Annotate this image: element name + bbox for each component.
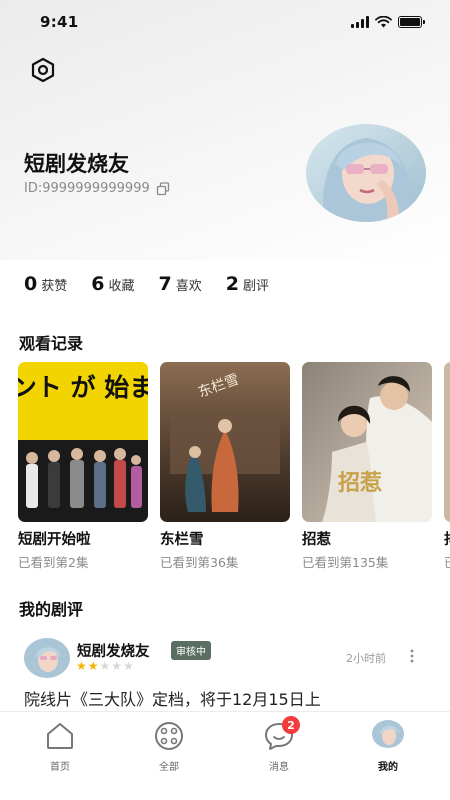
more-options-button[interactable] xyxy=(408,648,416,664)
profile-avatar[interactable] xyxy=(306,124,426,222)
star-empty-icon: ★ xyxy=(99,659,111,673)
bottom-tab-bar: 首页 全部 2 消息 我的 xyxy=(0,711,450,800)
history-card-title: 东栏雪 xyxy=(160,532,204,548)
history-card-progress: 已看到第36集 xyxy=(160,555,239,570)
stat-value: 7 xyxy=(158,273,172,295)
tab-label: 消息 xyxy=(269,762,289,773)
review-author-name: 短剧发烧友 xyxy=(77,644,150,660)
tab-me[interactable]: 我的 xyxy=(358,720,418,773)
stat-liked[interactable]: 7 喜欢 xyxy=(159,273,202,295)
watch-history-list: コント が 始まる 短剧开始啦 已看到第2集 xyxy=(18,362,450,572)
review-status-badge: 审核中 xyxy=(171,641,211,660)
poster-image: 东栏雪 xyxy=(160,362,290,522)
tab-messages[interactable]: 2 消息 xyxy=(249,716,309,773)
stat-label: 喜欢 xyxy=(175,279,202,294)
settings-hexagon-icon xyxy=(31,57,55,83)
history-card[interactable]: 东栏雪 东栏雪 已看到第36集 xyxy=(160,362,290,571)
wifi-icon xyxy=(375,16,392,28)
history-card[interactable]: 抖 已 xyxy=(444,362,450,571)
history-card[interactable]: コント が 始まる 短剧开始啦 已看到第2集 xyxy=(18,362,148,571)
status-icons xyxy=(351,16,425,28)
review-author-avatar[interactable] xyxy=(24,638,70,678)
stat-likes-received[interactable]: 0 获赞 xyxy=(24,273,67,295)
cellular-signal-icon xyxy=(351,16,369,28)
avatar-icon xyxy=(372,720,404,748)
more-vertical-icon xyxy=(410,649,414,663)
star-filled-icon: ★ xyxy=(76,659,87,673)
copy-icon[interactable] xyxy=(156,181,170,196)
stat-value: 6 xyxy=(91,273,105,295)
history-card-title: 短剧开始啦 xyxy=(18,532,91,548)
history-card-title: 招惹 xyxy=(302,532,331,548)
grid-icon xyxy=(155,722,183,750)
home-icon xyxy=(47,723,73,749)
battery-icon xyxy=(398,16,425,28)
message-count-badge: 2 xyxy=(282,716,300,734)
my-reviews-title: 我的剧评 xyxy=(19,600,84,619)
status-bar: 9:41 xyxy=(0,0,450,44)
history-card[interactable]: 招惹 招惹 已看到第135集 xyxy=(302,362,432,571)
history-card-progress: 已看到第135集 xyxy=(302,555,389,570)
review-time: 2小时前 xyxy=(346,652,386,665)
poster-caption: 招惹 xyxy=(338,470,382,496)
stat-value: 0 xyxy=(24,273,38,295)
watch-history-title: 观看记录 xyxy=(19,334,84,353)
poster-image xyxy=(444,362,450,522)
user-id-text: ID:9999999999999 xyxy=(24,181,150,196)
review-text: 院线片《三大队》定档，将于12月15日上 xyxy=(24,690,321,709)
stat-label: 剧评 xyxy=(242,279,269,294)
stat-label: 收藏 xyxy=(108,279,135,294)
user-id-row: ID:9999999999999 xyxy=(24,181,170,196)
stat-value: 2 xyxy=(225,273,239,295)
tab-home[interactable]: 首页 xyxy=(30,720,90,773)
tab-label: 我的 xyxy=(378,762,398,773)
tab-label: 首页 xyxy=(50,762,70,773)
stat-reviews[interactable]: 2 剧评 xyxy=(226,273,269,295)
stat-favorites[interactable]: 6 收藏 xyxy=(91,273,134,295)
star-filled-icon: ★ xyxy=(87,659,99,673)
rating-stars: ★ ★ ★ ★ ★ xyxy=(76,659,134,673)
profile-username: 短剧发烧友 xyxy=(24,152,129,176)
poster-image: コント が 始まる xyxy=(18,362,148,522)
tab-label: 全部 xyxy=(159,762,179,773)
history-card-progress: 已 xyxy=(444,552,450,571)
profile-stats: 0 获赞 6 收藏 7 喜欢 2 剧评 xyxy=(24,273,293,295)
settings-button[interactable] xyxy=(29,56,57,84)
poster-image: 招惹 xyxy=(302,362,432,522)
status-time: 9:41 xyxy=(40,13,79,31)
poster-caption: コント が 始まる xyxy=(18,373,148,402)
star-empty-icon: ★ xyxy=(111,659,123,673)
star-empty-icon: ★ xyxy=(123,659,134,673)
tab-all[interactable]: 全部 xyxy=(139,720,199,773)
stat-label: 获赞 xyxy=(41,279,68,294)
history-card-progress: 已看到第2集 xyxy=(18,555,89,570)
history-card-title: 抖 xyxy=(444,528,450,549)
